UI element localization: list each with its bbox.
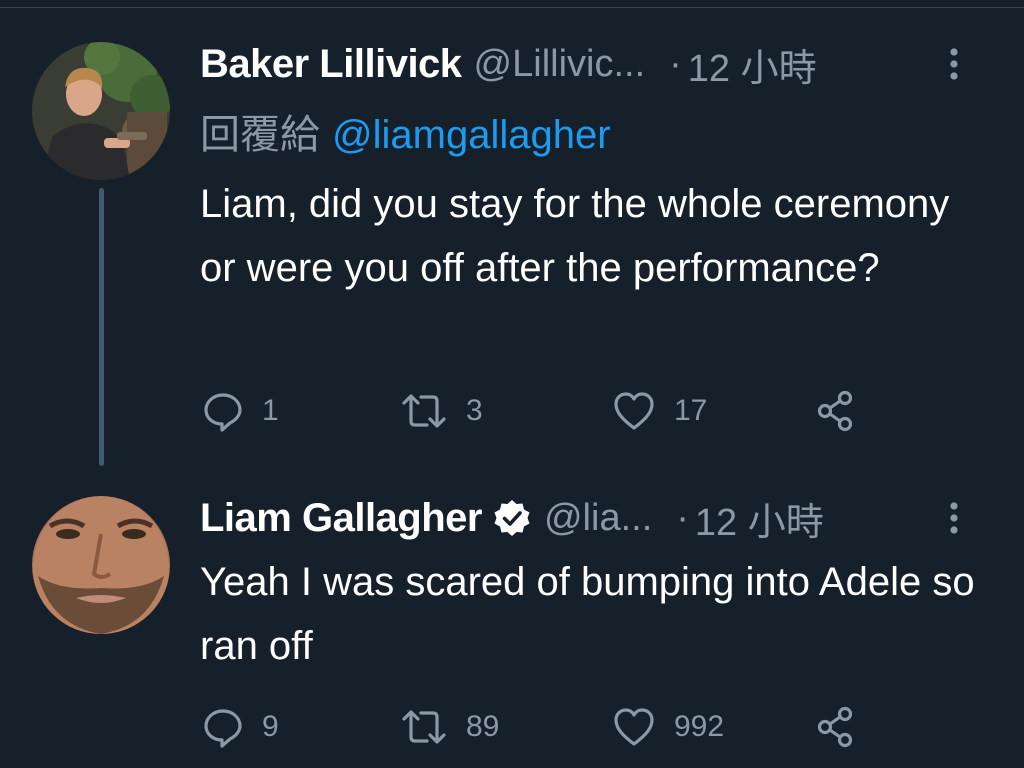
tweet-timestamp[interactable]: 12 小時 xyxy=(695,491,824,546)
avatar-photo-icon xyxy=(32,496,170,634)
tweet-text: Liam, did you stay for the whole ceremon… xyxy=(200,182,950,290)
tweet-header: Liam Gallagher @lia... · 12 小時 xyxy=(200,490,984,546)
verified-badge-icon xyxy=(494,500,530,536)
like-button[interactable]: 992 xyxy=(612,702,724,752)
reply-icon xyxy=(204,393,242,432)
like-icon xyxy=(614,392,654,430)
reply-count: 1 xyxy=(262,394,279,427)
retweet-icon xyxy=(402,394,446,428)
author-display-name[interactable]: Baker Lillivick xyxy=(200,42,462,87)
share-button[interactable] xyxy=(814,386,858,436)
reply-to-mention[interactable]: @liamgallagher xyxy=(332,113,611,157)
separator-dot: · xyxy=(676,496,689,539)
more-icon[interactable] xyxy=(934,44,974,84)
tweet-actions: 9 89 992 xyxy=(200,702,900,752)
retweet-icon xyxy=(402,710,446,744)
author-display-name[interactable]: Liam Gallagher xyxy=(200,496,482,541)
tweet-header: Baker Lillivick @Lillivic... · 12 小時 xyxy=(200,36,984,92)
reply-count: 9 xyxy=(262,710,279,743)
reply-button[interactable]: 9 xyxy=(202,702,279,752)
thread-connector-line xyxy=(99,188,104,466)
separator-dot: · xyxy=(669,42,682,85)
tweet-actions: 1 3 17 xyxy=(200,386,900,436)
avatar-photo-icon xyxy=(32,42,170,180)
avatar-liam-gallagher[interactable] xyxy=(32,496,170,634)
author-handle[interactable]: @lia... xyxy=(544,497,652,540)
reply-button[interactable]: 1 xyxy=(202,386,279,436)
like-button[interactable]: 17 xyxy=(612,386,707,436)
like-icon xyxy=(614,708,654,746)
share-button[interactable] xyxy=(814,702,858,752)
tweet-timestamp[interactable]: 12 小時 xyxy=(688,37,817,92)
retweet-count: 89 xyxy=(466,710,500,743)
reply-to-prefix: 回覆給 xyxy=(200,113,320,157)
share-icon xyxy=(817,706,853,748)
share-icon xyxy=(817,390,853,432)
more-icon[interactable] xyxy=(934,498,974,538)
like-count: 17 xyxy=(674,394,708,427)
tweet-text: Yeah I was scared of bumping into Adele … xyxy=(200,560,975,668)
retweet-count: 3 xyxy=(466,394,483,427)
tweet-reply[interactable]: Liam Gallagher @lia... · 12 小時 Yeah I wa… xyxy=(0,460,1024,768)
retweet-button[interactable]: 3 xyxy=(400,386,483,436)
tweet-reply[interactable]: Baker Lillivick @Lillivic... · 12 小時 回覆給… xyxy=(0,0,1024,466)
retweet-button[interactable]: 89 xyxy=(400,702,499,752)
author-handle[interactable]: @Lillivic... xyxy=(474,43,646,86)
like-count: 992 xyxy=(674,710,725,743)
reply-icon xyxy=(204,709,242,748)
reply-to-line: 回覆給 @liamgallagher xyxy=(200,102,611,160)
avatar-baker-lillivick[interactable] xyxy=(32,42,170,180)
